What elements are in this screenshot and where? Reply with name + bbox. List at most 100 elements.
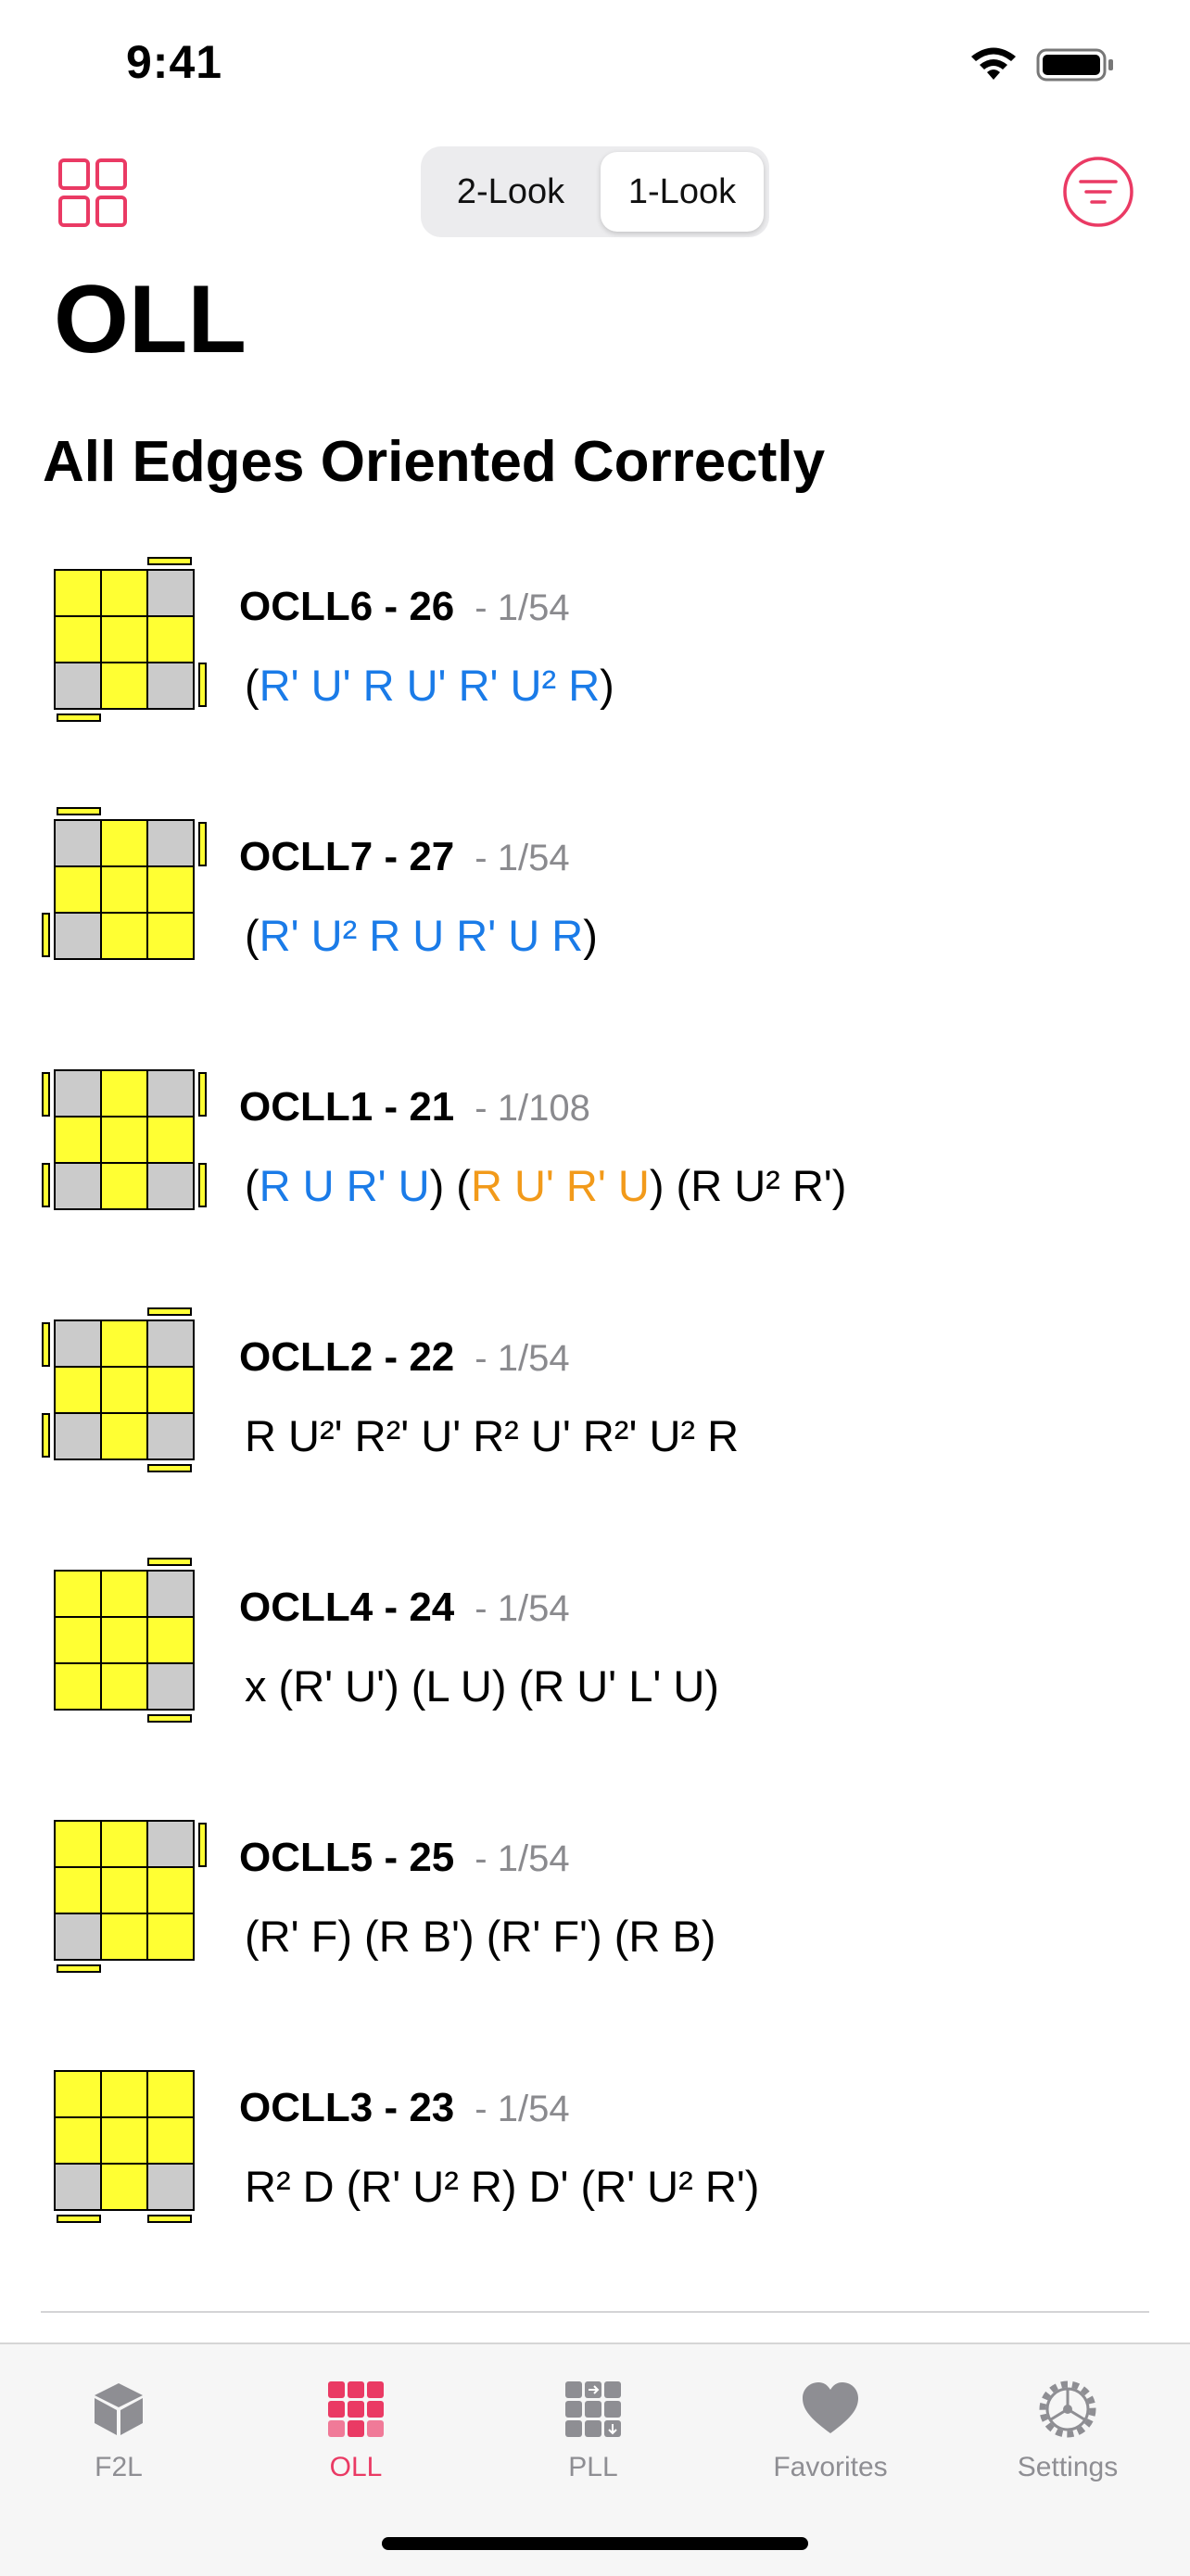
algorithm-segment: R U²' R²' U' R² U' R²' U² R (245, 1411, 740, 1460)
case-cell (56, 2118, 100, 2163)
page-title: OLL (54, 266, 247, 373)
case-row[interactable]: OCLL3 - 23 - 1/54 R² D (R' U² R) D' (R' U… (0, 2057, 1190, 2298)
case-cell (56, 1914, 100, 1959)
case-title: OCLL6 - 26 (239, 584, 455, 629)
algorithm-segment: R U' R' U (470, 1161, 650, 1210)
side-sticker (57, 807, 101, 815)
case-cell (148, 663, 193, 708)
side-sticker (57, 2215, 101, 2223)
case-cell (102, 867, 146, 912)
case-diagram (42, 1069, 207, 1210)
tab-settings[interactable]: Settings (949, 2363, 1186, 2493)
case-cell (56, 1572, 100, 1616)
case-name: OCLL1 - 21 - 1/108 (239, 1082, 590, 1133)
side-sticker (147, 1464, 192, 1472)
case-cell (148, 1118, 193, 1162)
side-sticker (57, 713, 101, 722)
case-row[interactable]: OCLL5 - 25 - 1/54 (R' F) (R B') (R' F') (… (0, 1807, 1190, 2048)
case-cell (102, 2072, 146, 2116)
filter-button[interactable] (1062, 156, 1134, 228)
wifi-icon (971, 47, 1016, 80)
case-algorithm: (R' U' R U' R' U² R) (245, 658, 614, 713)
case-row[interactable]: OCLL4 - 24 - 1/54 x (R' U') (L U) (R U' L… (0, 1557, 1190, 1798)
segment-1-look[interactable]: 1-Look (601, 152, 764, 232)
filter-icon (1063, 157, 1133, 227)
case-cell (56, 663, 100, 708)
case-cell (56, 1822, 100, 1866)
look-segmented-control: 2-Look 1-Look (421, 146, 769, 237)
case-title: OCLL3 - 23 (239, 2085, 455, 2130)
case-row[interactable]: OCLL6 - 26 - 1/54 (R' U' R U' R' U² R) (0, 556, 1190, 797)
side-sticker (198, 1072, 207, 1117)
case-cell (148, 1414, 193, 1458)
case-cell (102, 1368, 146, 1412)
side-sticker (57, 1964, 101, 1973)
case-cell (56, 571, 100, 615)
case-cell (102, 1071, 146, 1116)
case-cell (102, 1664, 146, 1709)
case-row[interactable]: OCLL1 - 21 - 1/108 (R U R' U) (R U' R' U)… (0, 1056, 1190, 1297)
tab-favorites[interactable]: Favorites (712, 2363, 949, 2493)
case-name: OCLL7 - 27 - 1/54 (239, 832, 570, 883)
case-cell (56, 1321, 100, 1366)
case-probability: - 1/108 (475, 1088, 590, 1129)
case-probability: - 1/54 (475, 587, 570, 628)
case-title: OCLL2 - 22 (239, 1334, 455, 1380)
case-probability: - 1/54 (475, 2089, 570, 2129)
side-sticker (147, 1558, 192, 1566)
case-cell (148, 571, 193, 615)
case-cell (56, 617, 100, 662)
cube-icon (95, 2383, 143, 2435)
case-cell (102, 571, 146, 615)
side-sticker (147, 2215, 192, 2223)
case-diagram (54, 1558, 195, 1723)
case-cell (56, 821, 100, 865)
case-cell (56, 2072, 100, 2116)
case-title: OCLL5 - 25 (239, 1835, 455, 1880)
case-cell (102, 1822, 146, 1866)
case-name: OCLL6 - 26 - 1/54 (239, 582, 570, 633)
algorithm-segment: ) ( (429, 1161, 471, 1210)
side-sticker (147, 557, 192, 565)
tab-f2l[interactable]: F2L (0, 2363, 237, 2493)
case-diagram (54, 2070, 195, 2223)
segment-2-look[interactable]: 2-Look (426, 152, 595, 232)
case-probability: - 1/54 (475, 1338, 570, 1379)
algorithm-segment: R² D (R' U² R) D' (R' U² R') (245, 2162, 760, 2211)
case-cell (56, 1618, 100, 1662)
pll-grid-icon (565, 2381, 621, 2437)
tab-oll[interactable]: OLL (237, 2363, 475, 2493)
case-algorithm: x (R' U') (L U) (R U' L' U) (245, 1659, 719, 1714)
case-cell (148, 617, 193, 662)
algorithm-segment: ) (600, 661, 614, 710)
case-cell (148, 1664, 193, 1709)
case-name: OCLL3 - 23 - 1/54 (239, 2083, 570, 2134)
case-row[interactable]: OCLL7 - 27 - 1/54 (R' U² R U R' U R) (0, 806, 1190, 1047)
section-title: All Edges Oriented Correctly (43, 430, 826, 494)
case-cell (148, 2165, 193, 2209)
case-cell (148, 914, 193, 958)
grid-view-button[interactable] (57, 158, 128, 228)
tab-label: Favorites (773, 2452, 888, 2482)
case-cell (148, 1822, 193, 1866)
case-probability: - 1/54 (475, 1838, 570, 1879)
case-diagram (54, 1820, 207, 1973)
tab-label: Settings (1017, 2452, 1119, 2482)
case-row[interactable]: OCLL2 - 22 - 1/54 R U²' R²' U' R² U' R²' … (0, 1307, 1190, 1547)
case-cell (56, 867, 100, 912)
case-cell (56, 1118, 100, 1162)
side-sticker (42, 913, 50, 957)
algorithm-segment: R U R' U (259, 1161, 430, 1210)
case-cell (148, 1914, 193, 1959)
case-cell (56, 2165, 100, 2209)
side-sticker (42, 1413, 50, 1458)
case-cell (102, 1164, 146, 1208)
case-cell (148, 1321, 193, 1366)
case-cell (148, 2072, 193, 2116)
gear-icon (1039, 2380, 1096, 2438)
algorithm-segment: (R' F) (R B') (R' F') (R B) (245, 1912, 716, 1961)
case-cell (148, 1572, 193, 1616)
case-cell (56, 914, 100, 958)
side-sticker (42, 1163, 50, 1207)
tab-pll[interactable]: PLL (475, 2363, 712, 2493)
